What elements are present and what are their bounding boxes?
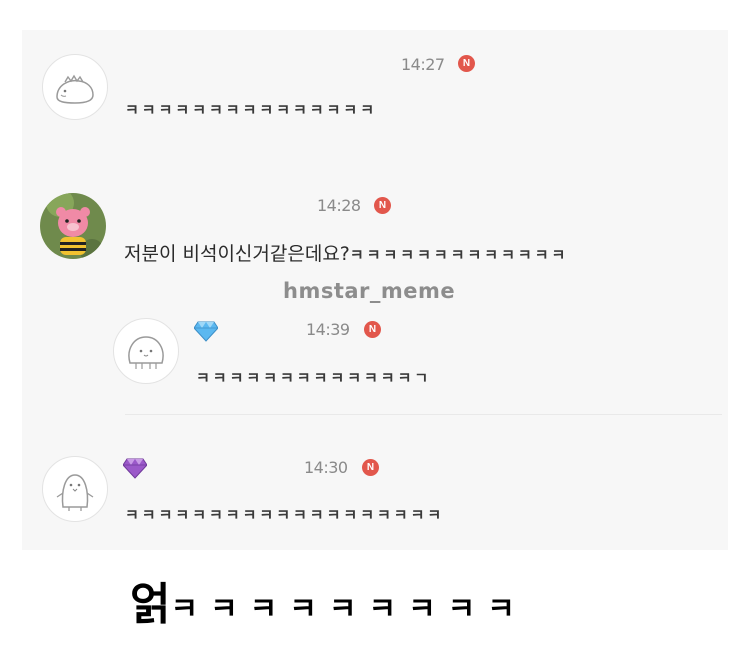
- penguin-icon: [56, 474, 94, 511]
- dinosaur-avatar[interactable]: [42, 54, 108, 120]
- message-1-text: ㅋㅋㅋㅋㅋㅋㅋㅋㅋㅋㅋㅋㅋㅋㅋ: [125, 101, 378, 119]
- message-4-timestamp: 14:30: [304, 458, 348, 477]
- message-1-timestamp: 14:27: [401, 55, 445, 74]
- purple-gem-icon: [123, 458, 147, 479]
- bear-plush-icon: [40, 193, 106, 259]
- caption: 얽ㅋㅋㅋㅋㅋㅋㅋㅋㅋ: [130, 568, 527, 632]
- message-2-new-badge: N: [374, 197, 391, 214]
- blob-face-icon: [128, 336, 164, 369]
- caption-laugh: ㅋㅋㅋㅋㅋㅋㅋㅋㅋ: [170, 592, 527, 627]
- watermark: hmstar_meme: [283, 279, 456, 303]
- message-1-new-badge: N: [458, 55, 475, 72]
- message-2-text-words: 저분이 비석이신거같은데요?: [124, 243, 350, 265]
- message-4-text: ㅋㅋㅋㅋㅋㅋㅋㅋㅋㅋㅋㅋㅋㅋㅋㅋㅋㅋㅋ: [125, 506, 445, 524]
- message-3-new-badge: N: [364, 321, 381, 338]
- caption-word: 얽: [130, 579, 171, 630]
- dinosaur-icon: [56, 74, 94, 104]
- penguin-avatar[interactable]: [42, 456, 108, 522]
- message-2-text-laugh: ㅋㅋㅋㅋㅋㅋㅋㅋㅋㅋㅋㅋㅋ: [349, 246, 569, 264]
- blue-diamond-icon: [194, 321, 218, 342]
- message-2-timestamp: 14:28: [317, 196, 361, 215]
- message-2-text: 저분이 비석이신거같은데요?ㅋㅋㅋㅋㅋㅋㅋㅋㅋㅋㅋㅋㅋ: [124, 239, 568, 266]
- message-3-text: ㅋㅋㅋㅋㅋㅋㅋㅋㅋㅋㅋㅋㅋㄱ: [196, 369, 432, 387]
- blob-face-avatar[interactable]: [113, 318, 179, 384]
- message-4-new-badge: N: [362, 459, 379, 476]
- message-3-timestamp: 14:39: [306, 320, 350, 339]
- bear-plush-avatar[interactable]: [40, 193, 106, 259]
- divider: [125, 414, 722, 415]
